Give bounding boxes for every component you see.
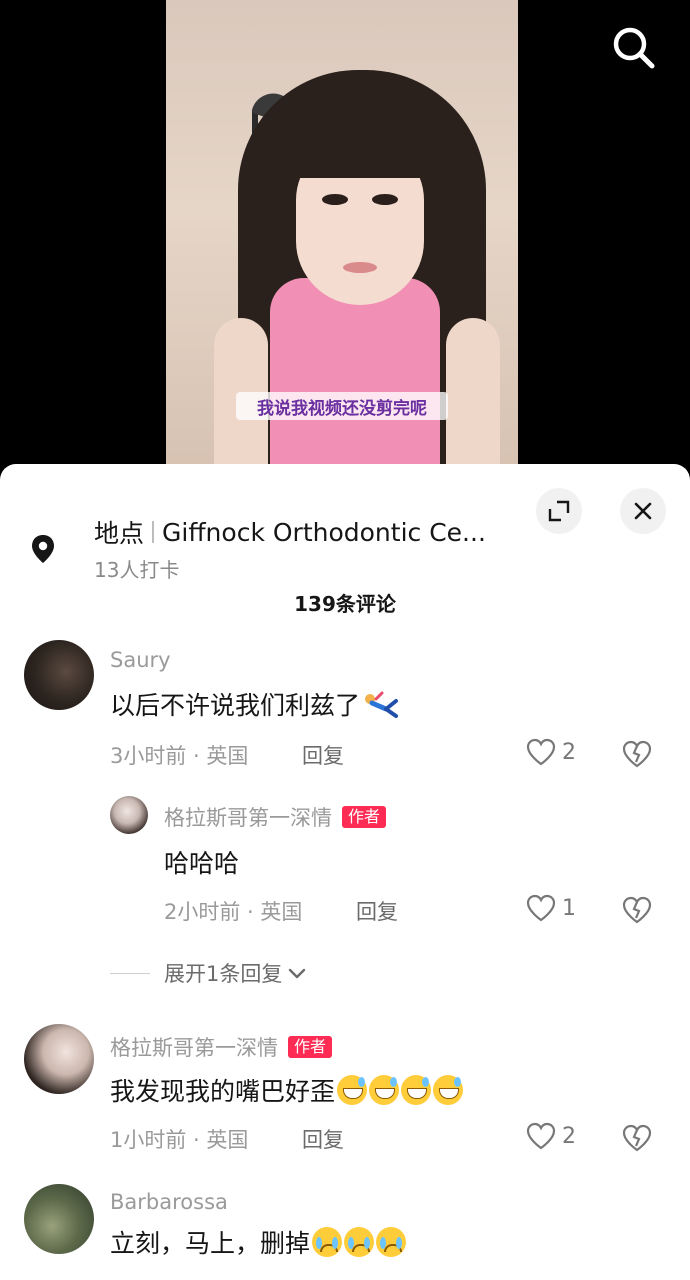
location-name: Giffnock Orthodontic Ce... (162, 517, 486, 547)
lips-illustration (343, 262, 377, 273)
reply-button[interactable]: 回复 (356, 896, 398, 926)
eye-illustration (322, 194, 348, 205)
comment-text: 立刻，马上，删掉 (110, 1224, 407, 1260)
comment-text-content: 我发现我的嘴巴好歪 (110, 1077, 336, 1106)
chevron-down-icon (289, 968, 306, 979)
comment-item: Saury 以后不许说我们利兹了 3小时前 · 英国 回复 2 (0, 638, 690, 788)
expand-icon (548, 500, 570, 522)
pleading-cry-emoji-icon (376, 1227, 407, 1257)
like-count: 2 (562, 739, 576, 765)
avatar[interactable] (110, 796, 148, 834)
comment-username[interactable]: 格拉斯哥第一深情 作者 (164, 802, 387, 832)
comment-text-content: 立刻，马上，删掉 (110, 1229, 311, 1258)
author-badge: 作者 (342, 806, 387, 828)
reply-item: 格拉斯哥第一深情 作者 哈哈哈 2小时前 · 英国 回复 1 (0, 794, 690, 944)
location-pin-icon (32, 535, 54, 563)
comment-text: 以后不许说我们利兹了 (110, 686, 400, 722)
reply-button[interactable]: 回复 (302, 1124, 344, 1154)
video-player[interactable]: 我说我视频还没剪完呢 (0, 0, 690, 480)
comment-text-content: 以后不许说我们利兹了 (110, 691, 361, 720)
comment-username-text: 格拉斯哥第一深情 (164, 806, 332, 830)
comment-username[interactable]: Saury (110, 648, 171, 672)
heart-icon (526, 1122, 556, 1150)
expand-divider (110, 972, 150, 974)
expand-button[interactable] (536, 488, 582, 534)
like-count: 1 (562, 895, 576, 921)
grin-sweat-emoji-icon (433, 1075, 464, 1105)
comment-meta: 1小时前 · 英国 (110, 1128, 249, 1152)
comment-count-title: 139条评论 (294, 592, 396, 616)
comment-username[interactable]: Barbarossa (110, 1190, 228, 1214)
search-icon (613, 27, 655, 69)
shoulder-illustration (446, 318, 500, 478)
comment-meta: 2小时前 · 英国 (164, 900, 303, 924)
location-title[interactable]: 地点 Giffnock Orthodontic Ce... (94, 514, 514, 550)
location-prefix: 地点 (94, 519, 145, 548)
avatar[interactable] (24, 1184, 94, 1254)
broken-heart-icon[interactable] (622, 896, 652, 924)
location-divider (152, 521, 155, 543)
pleading-cry-emoji-icon (312, 1227, 343, 1257)
avatar[interactable] (24, 1024, 94, 1094)
like-count: 2 (562, 1123, 576, 1149)
broken-heart-icon[interactable] (622, 1124, 652, 1152)
comment-username[interactable]: 格拉斯哥第一深情 作者 (110, 1032, 333, 1062)
close-button[interactable] (620, 488, 666, 534)
location-row[interactable]: 地点 Giffnock Orthodontic Ce... 13人打卡 (0, 486, 690, 582)
comment-text: 我发现我的嘴巴好歪 (110, 1072, 464, 1108)
falling-person-emoji-icon (362, 689, 400, 719)
close-icon (634, 502, 652, 520)
reply-button[interactable]: 回复 (302, 740, 344, 770)
grin-sweat-emoji-icon (369, 1075, 400, 1105)
comment-username-text: 格拉斯哥第一深情 (110, 1036, 278, 1060)
comment-item: Barbarossa 立刻，马上，删掉 (0, 1184, 690, 1280)
search-button[interactable] (606, 20, 662, 76)
heart-icon (526, 738, 556, 766)
comments-panel: 地点 Giffnock Orthodontic Ce... 13人打卡 139条… (0, 464, 690, 1280)
sweater-illustration (270, 278, 440, 478)
avatar[interactable] (24, 640, 94, 710)
like-button[interactable]: 2 (526, 1122, 576, 1150)
like-button[interactable]: 2 (526, 738, 576, 766)
expand-replies-label: 展开1条回复 (164, 962, 283, 986)
comment-meta: 3小时前 · 英国 (110, 744, 249, 768)
eye-illustration (372, 194, 398, 205)
pleading-cry-emoji-icon (344, 1227, 375, 1257)
checkin-count: 13人打卡 (94, 558, 180, 582)
grin-sweat-emoji-icon (401, 1075, 432, 1105)
grin-sweat-emoji-icon (337, 1075, 368, 1105)
comment-item: 格拉斯哥第一深情 作者 我发现我的嘴巴好歪 1小时前 · 英国 回复 2 (0, 1022, 690, 1172)
like-button[interactable]: 1 (526, 894, 576, 922)
expand-replies-button[interactable]: 展开1条回复 (110, 958, 308, 988)
heart-icon (526, 894, 556, 922)
comment-text: 哈哈哈 (164, 849, 240, 878)
video-subtitle: 我说我视频还没剪完呢 (236, 392, 448, 420)
author-badge: 作者 (288, 1036, 333, 1058)
broken-heart-icon[interactable] (622, 740, 652, 768)
